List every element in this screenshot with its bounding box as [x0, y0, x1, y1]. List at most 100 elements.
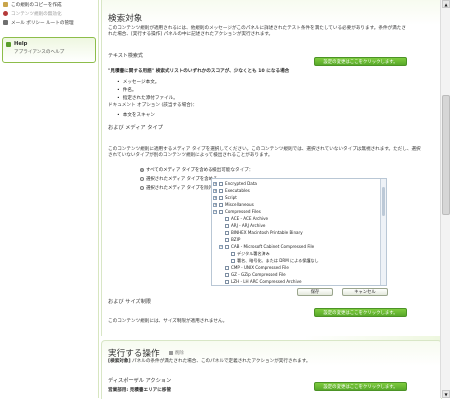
tree-item[interactable]: ACE - ACE Archive	[225, 215, 268, 222]
collapse-icon[interactable]: −	[219, 244, 223, 249]
tree-scrollbar[interactable]	[380, 179, 386, 285]
radio-icon	[140, 186, 144, 190]
tree-item-label: 署名、暗号化、または DRM による保護なし	[237, 257, 319, 263]
radio-icon	[140, 168, 144, 172]
tree-item[interactable]: + Script	[213, 194, 237, 201]
help-panel[interactable]: Help アプライアンスのヘルプ	[2, 37, 96, 63]
bullet-attachment: 指定された添付ファイル。	[117, 95, 178, 101]
tree-item-label: デジタル署名済み	[237, 250, 270, 256]
checkbox[interactable]	[225, 265, 229, 270]
checkbox[interactable]	[219, 195, 223, 200]
bullet-scan-body: 本文をスキャン	[117, 112, 155, 118]
help-link[interactable]: アプライアンスのヘルプ	[3, 47, 95, 55]
cancel-button[interactable]: キャンセル	[342, 288, 388, 296]
checkbox[interactable]	[225, 223, 229, 228]
radio-exclude-media[interactable]: 選択されたメディア タイプを除外する	[140, 185, 222, 191]
expand-icon[interactable]: +	[213, 181, 217, 186]
tree-item[interactable]: BZIP	[225, 236, 240, 243]
radio-label: すべてのメディア タイプを含める	[146, 168, 213, 173]
checkbox[interactable]	[225, 279, 229, 284]
disposal-label: 営業部用:	[108, 388, 129, 393]
checkbox[interactable]	[225, 244, 229, 249]
tree-item-label: CMP - UNIX Compressed File	[231, 265, 289, 270]
tree-item[interactable]: + Encrypted Data	[213, 180, 257, 187]
tree-item-label: GZ - GZip Compressed File	[231, 272, 286, 277]
radio-include-media[interactable]: 選択されたメディア タイプを含める	[140, 176, 217, 182]
tree-item-label: BINHEX Macintosh Printable Binary	[231, 230, 303, 235]
text-search-label: テキスト検索式	[108, 53, 143, 59]
checkbox[interactable]	[231, 258, 235, 263]
tree-item[interactable]: BINHEX Macintosh Printable Binary	[225, 229, 303, 236]
tree-item[interactable]: デジタル署名済み	[231, 250, 270, 257]
checkbox[interactable]	[225, 230, 229, 235]
bullet-body: メッセージ本文。	[117, 79, 160, 85]
tree-item[interactable]: + Miscellaneous	[213, 201, 254, 208]
action-panel: 実行する操作 削除 [検索対象] パネルの条件が満たされた場合、このパネルで定義…	[101, 340, 442, 399]
media-desc-2: されていないタイプが別のコンテンツ規則によって検出されることがあります。	[108, 153, 273, 158]
nav-item-label: この規則のコピーを作成	[11, 2, 62, 8]
tree-item-label: BZIP	[231, 237, 241, 242]
page-scrollbar[interactable]: ▲ ▼	[440, 0, 450, 398]
detectable-types-label: 検出可能なタイプ：	[212, 168, 254, 173]
delete-link[interactable]: 削除	[169, 350, 184, 356]
disposal-detail: 営業部用: 見積書エリアに移管	[108, 387, 171, 394]
panel-title: 検索対象	[108, 14, 143, 24]
checkbox[interactable]	[219, 188, 223, 193]
intro-text-2: れた場合、[実行する操作] パネルの中に記述されたアクションが実行されます。	[108, 32, 274, 37]
save-button[interactable]: 保存	[297, 288, 333, 296]
tree-item-label: ARJ - ARJ Archive	[231, 223, 266, 228]
help-title: Help	[14, 41, 28, 47]
copy-icon	[3, 2, 8, 7]
checkbox[interactable]	[219, 209, 223, 214]
expand-icon[interactable]: +	[213, 195, 217, 200]
radio-all-media[interactable]: すべてのメディア タイプを含める	[140, 167, 212, 173]
change-settings-button-action[interactable]: 設定の変更はここをクリックします。	[314, 382, 407, 391]
disposal-value: 見積書エリアに移管	[129, 388, 172, 393]
scroll-down-icon[interactable]: ▼	[442, 390, 450, 398]
tree-item[interactable]: LZH - LH ARC Compressed Archive	[225, 278, 302, 285]
scroll-up-icon[interactable]: ▲	[442, 0, 450, 8]
tree-item-label: CAB - Microsoft Cabinet Compressed File	[231, 244, 315, 249]
expand-icon[interactable]: +	[213, 188, 217, 193]
checkbox[interactable]	[219, 181, 223, 186]
collapse-icon[interactable]: −	[213, 209, 217, 214]
search-condition-panel: 検索対象 このコンテンツ規則が適用されるには、他規則のメッセージがこのパネルに詳…	[101, 0, 442, 336]
scroll-thumb[interactable]	[442, 95, 450, 215]
media-type-tree[interactable]: + Encrypted Data + Executables + Script + Mi…	[211, 178, 387, 286]
media-type-title: および メディア タイプ	[108, 125, 163, 131]
tree-scroll-thumb[interactable]	[382, 187, 385, 216]
tree-item-label: Executables	[225, 188, 250, 193]
tree-item[interactable]: + Executables	[213, 187, 250, 194]
checkbox[interactable]	[225, 237, 229, 242]
action-desc-prefix: [検索対象]	[108, 359, 131, 364]
delete-label: 削除	[175, 351, 184, 356]
checkbox[interactable]	[219, 202, 223, 207]
checkbox[interactable]	[231, 251, 235, 256]
help-icon	[6, 41, 11, 47]
tree-item[interactable]: GZ - GZip Compressed File	[225, 271, 286, 278]
mail-icon	[3, 20, 8, 25]
delete-icon	[169, 351, 173, 355]
change-settings-button-size[interactable]: 設定の変更はここをクリックします。	[314, 308, 407, 317]
tree-item[interactable]: ARJ - ARJ Archive	[225, 222, 265, 229]
nav-item-disable-rule[interactable]: コンテンツ規則の無効化	[0, 9, 74, 18]
nav-item-copy-rule[interactable]: この規則のコピーを作成	[0, 0, 74, 9]
tree-item-label: LZH - LH ARC Compressed Archive	[231, 279, 302, 284]
checkbox[interactable]	[225, 216, 229, 221]
disposal-title: ディスポーザル アクション	[108, 378, 172, 384]
nav-item-manage-routes[interactable]: メール ポリシー ルートの管理	[0, 18, 74, 27]
tree-item-label: Miscellaneous	[225, 202, 254, 207]
nav-item-label: コンテンツ規則の無効化	[11, 11, 62, 17]
search-expression-text: "見積書に関する用語" 検索式リストのいずれかのスコアが、少なくとも 10 にな…	[108, 69, 290, 74]
tree-item-label: Script	[225, 195, 237, 200]
tree-item[interactable]: CMP - UNIX Compressed File	[225, 264, 289, 271]
radio-label: 選択されたメディア タイプを含める	[146, 177, 218, 182]
change-settings-button[interactable]: 設定の変更はここをクリックします。	[314, 57, 407, 66]
expand-icon[interactable]: +	[213, 202, 217, 207]
size-limit-title: および サイズ制限	[108, 299, 151, 305]
tree-item[interactable]: − CAB - Microsoft Cabinet Compressed File	[219, 243, 314, 250]
checkbox[interactable]	[225, 272, 229, 277]
tree-item[interactable]: − Compressed Files	[213, 208, 261, 215]
doc-options-label: ドキュメント オプション (該当する場合)：	[108, 103, 198, 108]
tree-item[interactable]: 署名、暗号化、または DRM による保護なし	[231, 257, 319, 264]
